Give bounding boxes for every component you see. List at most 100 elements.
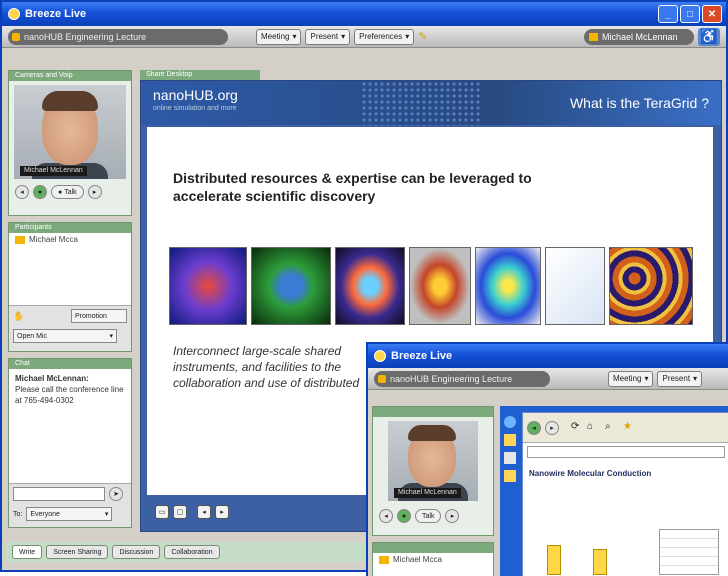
tab-collaboration[interactable]: Collaboration — [164, 545, 220, 559]
bottom-tab-bar: Write Screen Sharing Discussion Collabor… — [6, 542, 366, 562]
prev-slide-button[interactable]: ◂ — [197, 505, 211, 519]
prev-camera-button[interactable]: ◂ — [15, 185, 29, 199]
toolbar: nanoHUB Engineering Lecture Meeting ▾ Pre… — [2, 26, 726, 48]
accessibility-icon[interactable]: ♿ — [698, 27, 720, 46]
desktop-icon[interactable] — [504, 452, 516, 464]
tab-screen-sharing[interactable]: Screen Sharing — [46, 545, 109, 559]
status-icon: ✋ — [13, 310, 25, 321]
prev-camera-button[interactable]: ◂ — [379, 509, 393, 523]
shared-desktop: ◂ ▸ ⟳ ⌂ ⌕ ★ Nanowire Molecular Conductio… — [500, 406, 728, 576]
science-image-6 — [545, 247, 605, 325]
participants-panel: Participants Michael Mcca ✋ Promotion Op… — [8, 222, 132, 352]
second-meeting-menu[interactable]: Meeting ▾ — [608, 370, 654, 387]
camera-toggle-button[interactable]: ● — [33, 185, 47, 199]
chat-title: Chat — [9, 359, 131, 369]
refresh-icon[interactable]: ⟳ — [571, 421, 579, 432]
brand-logo: nanoHUB.org — [153, 87, 238, 103]
science-image-4 — [409, 247, 471, 325]
preferences-menu[interactable]: Preferences ▾ — [354, 28, 415, 45]
slide-banner-title: What is the TeraGrid ? — [569, 95, 709, 111]
science-image-5 — [475, 247, 541, 325]
home-icon[interactable]: ⌂ — [587, 421, 593, 432]
science-image-2 — [251, 247, 331, 325]
share-title: Share Desktop — [140, 70, 260, 80]
tab-write[interactable]: Write — [12, 545, 43, 559]
second-talk-button[interactable]: Talk — [415, 509, 442, 523]
session-icon — [12, 32, 20, 41]
webcam-video: Michael McLennan — [14, 85, 126, 179]
user-badge[interactable]: Michael McLennan — [584, 28, 694, 45]
search-icon[interactable]: ⌕ — [605, 421, 611, 432]
meeting-menu[interactable]: Meeting ▾ — [256, 28, 302, 45]
science-image-3 — [335, 247, 405, 325]
slide-headline: Distributed resources & expertise can be… — [173, 170, 532, 204]
slide-banner: nanoHUB.org online simulation and more W… — [141, 81, 721, 125]
send-button[interactable]: ➤ — [109, 487, 123, 501]
browser-toolbar: ◂ ▸ ⟳ ⌂ ⌕ ★ — [523, 413, 728, 443]
promotion-button[interactable]: Promotion — [71, 309, 127, 323]
second-participant-item[interactable]: Michael Mcca — [373, 553, 493, 566]
chat-recipient-select[interactable]: Everyone ▾ — [26, 507, 113, 521]
back-button[interactable]: ◂ — [527, 421, 541, 435]
science-image-1 — [169, 247, 247, 325]
science-image-7 — [609, 247, 693, 325]
second-participants-panel: Michael Mcca — [372, 542, 494, 576]
participants-title: Participants — [9, 223, 131, 233]
brand-subtitle: online simulation and more — [153, 105, 237, 112]
title-bar[interactable]: Breeze Live _ □ ✕ — [2, 2, 726, 26]
camera-toggle-button[interactable]: ● — [397, 509, 411, 523]
address-bar[interactable] — [527, 446, 725, 458]
present-menu[interactable]: Present ▾ — [305, 28, 351, 45]
maximize-button[interactable]: □ — [680, 5, 700, 23]
tab-discussion[interactable]: Discussion — [112, 545, 161, 559]
slide-body-text: Interconnect large-scale shared instrume… — [173, 344, 360, 390]
session-icon — [378, 374, 386, 383]
chat-message: Michael McLennan: Please call the confer… — [15, 374, 124, 405]
second-participants-title — [373, 543, 493, 553]
chat-author: Michael McLennan: — [15, 374, 89, 383]
chevron-down-icon: ▾ — [341, 32, 346, 41]
presenter-icon — [379, 555, 389, 564]
fit-button[interactable]: ▢ — [173, 505, 187, 519]
minimize-button[interactable]: _ — [658, 5, 678, 23]
page-button[interactable]: ▭ — [155, 505, 169, 519]
desktop-icons — [502, 410, 520, 488]
browser-window: ◂ ▸ ⟳ ⌂ ⌕ ★ Nanowire Molecular Conductio… — [522, 412, 728, 576]
second-title-bar[interactable]: Breeze Live — [368, 344, 728, 368]
chevron-down-icon: ▾ — [104, 511, 109, 518]
chevron-down-icon: ▾ — [292, 32, 297, 41]
chevron-down-icon: ▾ — [693, 374, 698, 383]
second-window-title: Breeze Live — [391, 350, 453, 362]
session-name: nanoHUB Engineering Lecture — [8, 28, 228, 45]
window-title: Breeze Live — [25, 8, 87, 20]
camera-name-label: Michael McLennan — [20, 166, 87, 176]
status-select[interactable]: Open Mic ▾ — [13, 329, 117, 343]
second-present-menu[interactable]: Present ▾ — [657, 370, 703, 387]
chevron-down-icon: ▾ — [644, 374, 649, 383]
favorites-icon[interactable]: ★ — [623, 421, 632, 432]
second-toolbar: nanoHUB Engineering Lecture Meeting ▾ Pre… — [368, 368, 728, 390]
desktop-icon[interactable] — [504, 434, 516, 446]
chat-to-label: To: — [13, 510, 23, 518]
next-slide-button[interactable]: ▸ — [215, 505, 229, 519]
bar-chart-thumbnail — [543, 535, 623, 575]
chat-input[interactable] — [13, 487, 105, 501]
app-icon — [374, 350, 386, 362]
chat-panel: Chat Michael McLennan: Please call the c… — [8, 358, 132, 528]
second-window: Breeze Live nanoHUB Engineering Lecture … — [366, 342, 728, 576]
pencil-icon[interactable]: ✎ — [418, 30, 427, 43]
next-camera-button[interactable]: ▸ — [87, 185, 102, 199]
next-camera-button[interactable]: ▸ — [445, 509, 460, 523]
second-webcam-video: Michael McLennan — [388, 421, 478, 501]
desktop-icon[interactable] — [504, 416, 516, 428]
desktop-icon[interactable] — [504, 470, 516, 482]
second-camera-panel-title — [373, 407, 493, 417]
second-camera-name: Michael McLennan — [394, 488, 461, 498]
app-icon — [8, 8, 20, 20]
close-button[interactable]: ✕ — [702, 5, 722, 23]
talk-button[interactable]: ● Talk — [51, 185, 84, 199]
forward-button[interactable]: ▸ — [545, 421, 559, 435]
participant-item[interactable]: Michael Mcca — [9, 233, 131, 246]
camera-panel-title: Cameras and Voip — [9, 71, 131, 81]
presenter-icon — [15, 235, 25, 244]
